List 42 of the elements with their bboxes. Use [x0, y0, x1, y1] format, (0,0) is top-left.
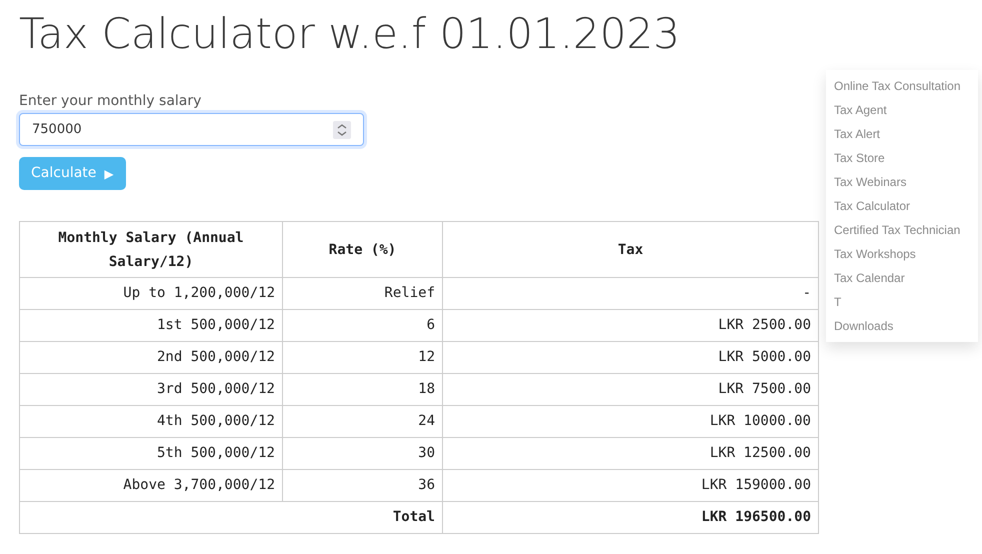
table-cell: Up to 1,200,000/12 [20, 278, 282, 310]
menu-item[interactable]: T [826, 290, 978, 314]
spinner-icon[interactable] [333, 120, 351, 138]
menu-item[interactable]: Tax Alert [826, 122, 978, 146]
table-cell: 12 [282, 342, 442, 374]
menu-item[interactable]: Online Tax Consultation [826, 74, 978, 98]
table-cell: 2nd 500,000/12 [20, 342, 282, 374]
field-label: Enter your monthly salary [19, 92, 202, 110]
column-header: Rate (%) [282, 222, 442, 278]
calculate-button[interactable]: Calculate ▶ [19, 157, 126, 190]
table-cell: LKR 159000.00 [442, 470, 818, 502]
table-cell: LKR 10000.00 [442, 406, 818, 438]
column-header: Monthly Salary (Annual Salary/12) [20, 222, 282, 278]
page-title: Tax Calculator w.e.f 01.01.2023 [19, 8, 680, 60]
table-cell: 30 [282, 438, 442, 470]
table-cell: - [442, 278, 818, 310]
table-cell: Above 3,700,000/12 [20, 470, 282, 502]
menu-item[interactable]: Tax Agent [826, 98, 978, 122]
table-cell: 3rd 500,000/12 [20, 374, 282, 406]
menu-item[interactable]: Tax Store [826, 146, 978, 170]
table-cell: LKR 5000.00 [442, 342, 818, 374]
table-cell: LKR 12500.00 [442, 438, 818, 470]
table-cell: Relief [282, 278, 442, 310]
menu-item[interactable]: Certified Tax Technician [826, 218, 978, 242]
table-cell: 1st 500,000/12 [20, 310, 282, 342]
menu-item[interactable]: Tax Calendar [826, 266, 978, 290]
salary-input[interactable]: 750000 [19, 113, 364, 146]
table-cell: 6 [282, 310, 442, 342]
menu-item[interactable]: Downloads [826, 314, 978, 338]
table-cell: 18 [282, 374, 442, 406]
table-cell: 24 [282, 406, 442, 438]
table-cell: 36 [282, 470, 442, 502]
table-cell: LKR 2500.00 [442, 310, 818, 342]
menu-item[interactable]: Tax Calculator [826, 194, 978, 218]
total-label: Total [20, 502, 442, 534]
menu-item[interactable]: Tax Workshops [826, 242, 978, 266]
total-value: LKR 196500.00 [442, 502, 818, 534]
menu-item[interactable]: Tax Webinars [826, 170, 978, 194]
table-cell: 5th 500,000/12 [20, 438, 282, 470]
table-cell: 4th 500,000/12 [20, 406, 282, 438]
table-cell: LKR 7500.00 [442, 374, 818, 406]
column-header: Tax [442, 222, 818, 278]
